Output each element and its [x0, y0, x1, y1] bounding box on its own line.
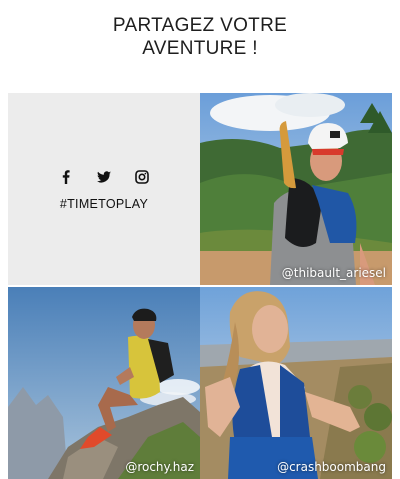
photo-handle: @thibault_ariesel	[281, 266, 386, 280]
section-heading: PARTAGEZ VOTRE AVENTURE !	[0, 14, 400, 60]
photo-thumbnail[interactable]: @thibault_ariesel	[200, 93, 392, 285]
facebook-icon[interactable]	[59, 170, 73, 184]
instagram-icon[interactable]	[135, 170, 149, 184]
climber-photo	[8, 287, 200, 479]
social-icons	[8, 170, 200, 184]
photo-thumbnail[interactable]: @rochy.haz	[8, 287, 200, 479]
photo-grid: #TIMETOPLAY @thibault_ariesel @rochy.haz…	[8, 93, 392, 479]
heading-line-2: AVENTURE !	[142, 38, 258, 59]
hiker-photo	[200, 93, 392, 285]
runner-photo	[200, 287, 392, 479]
twitter-icon[interactable]	[97, 170, 111, 184]
photo-handle: @crashboombang	[277, 460, 386, 474]
photo-thumbnail[interactable]: @crashboombang	[200, 287, 392, 479]
photo-handle: @rochy.haz	[125, 460, 194, 474]
hashtag: #TIMETOPLAY	[59, 197, 149, 211]
heading-line-1: PARTAGEZ VOTRE	[112, 15, 288, 36]
social-panel: #TIMETOPLAY	[8, 93, 200, 285]
